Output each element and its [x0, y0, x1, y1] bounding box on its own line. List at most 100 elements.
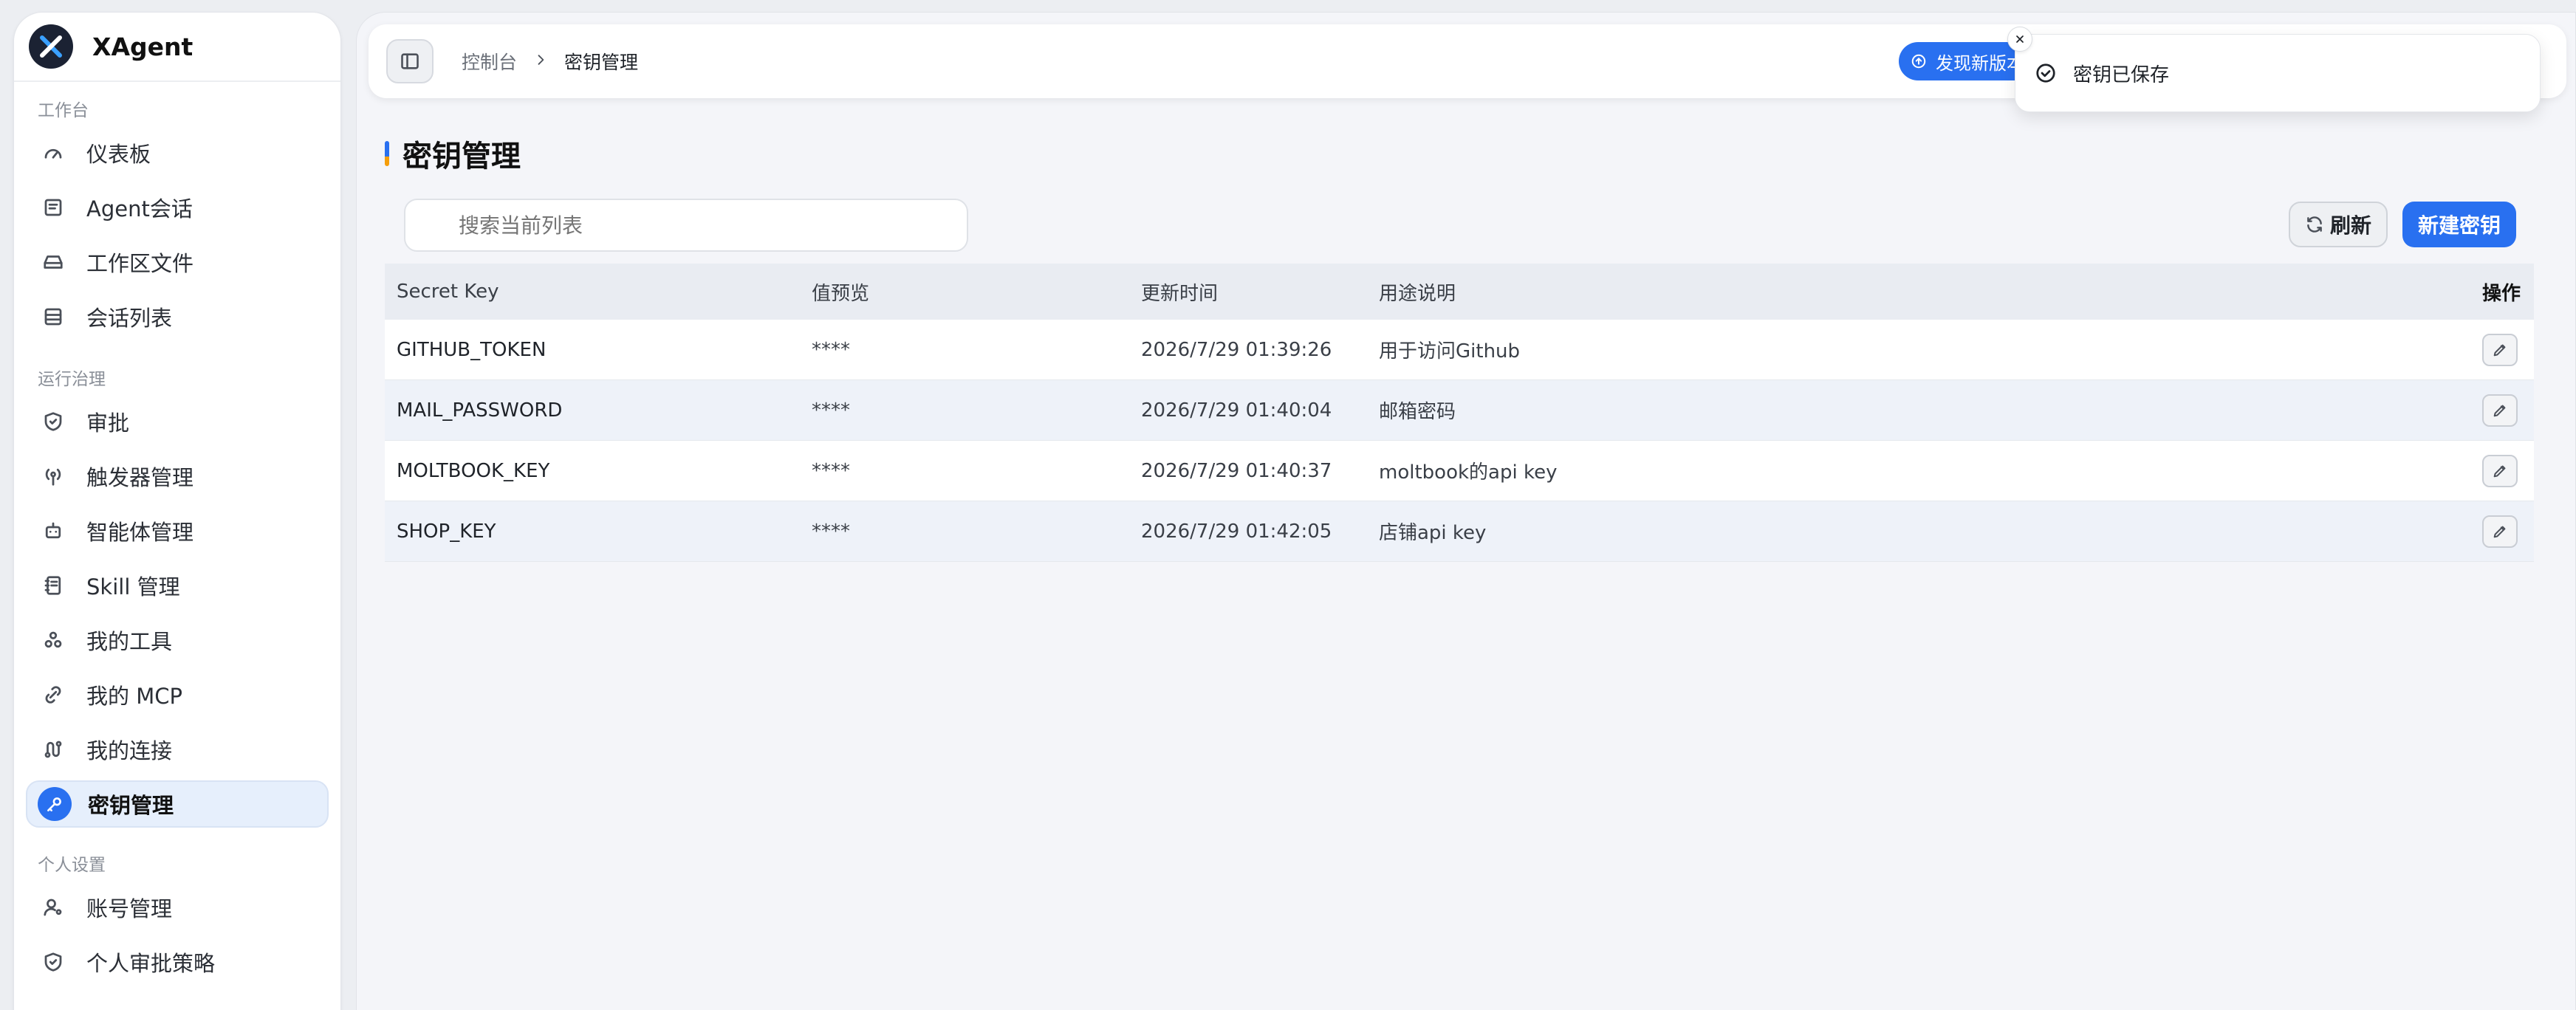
notebook-icon	[41, 573, 66, 598]
sidebar-item-approval[interactable]: 审批	[26, 398, 329, 445]
sidebar-item-label: 我的连接	[86, 738, 173, 763]
edit-button[interactable]	[2482, 515, 2518, 548]
sidebar-item-label: 我的工具	[86, 629, 173, 654]
cell-secret-key: GITHUB_TOKEN	[397, 338, 547, 361]
column-header-actions: 操作	[2482, 282, 2521, 305]
sidebar-toggle-button[interactable]	[386, 39, 434, 83]
sidebar-item-mcp[interactable]: 我的 MCP	[26, 671, 329, 718]
column-header-updated: 更新时间	[1141, 282, 1219, 305]
cell-updated: 2026/7/29 01:39:26	[1141, 338, 1332, 361]
sidebar-item-label: 触发器管理	[86, 465, 194, 490]
hard-drive-icon	[41, 250, 66, 275]
cell-updated: 2026/7/29 01:40:37	[1141, 459, 1332, 482]
toast-close-button[interactable]	[2007, 27, 2032, 52]
blocks-icon	[41, 628, 66, 653]
refresh-label: 刷新	[2329, 213, 2371, 238]
shield-check-icon	[41, 409, 66, 434]
sidebar-item-label: Agent会话	[86, 196, 193, 221]
table-row: GITHUB_TOKEN **** 2026/7/29 01:39:26 用于访…	[385, 320, 2534, 380]
new-secret-label: 新建密钥	[2417, 213, 2501, 238]
list-icon	[41, 304, 66, 329]
breadcrumb-console[interactable]: 控制台	[462, 48, 517, 75]
chevron-right-icon	[533, 50, 548, 72]
sidebar-item-agent-chat[interactable]: Agent会话	[26, 184, 329, 231]
section-title-workbench: 工作台	[38, 101, 89, 120]
sidebar-item-account[interactable]: 账号管理	[26, 884, 329, 931]
cell-updated: 2026/7/29 01:40:04	[1141, 399, 1332, 422]
page-title: 密钥管理	[385, 135, 521, 174]
sidebar-item-label: 密钥管理	[88, 793, 174, 818]
column-header-preview: 值预览	[812, 282, 870, 305]
section-title-operations: 运行治理	[38, 370, 106, 389]
secrets-table: Secret Key 值预览 更新时间 用途说明 操作 GITHUB_TOKEN…	[385, 264, 2534, 562]
edit-button[interactable]	[2482, 394, 2518, 427]
new-version-label: 发现新版本	[1936, 52, 2024, 74]
sidebar-item-label: 工作区文件	[86, 251, 194, 276]
sidebar: XAgent 工作台 仪表板 Agent会话 工作区文件 会话列表 运行治理 审…	[13, 12, 341, 1010]
cell-updated: 2026/7/29 01:42:05	[1141, 520, 1332, 543]
sidebar-item-tools[interactable]: 我的工具	[26, 616, 329, 664]
sidebar-item-label: 智能体管理	[86, 520, 194, 545]
sidebar-item-label: Skill 管理	[86, 574, 180, 600]
title-accent-mark	[385, 141, 389, 166]
pencil-icon	[2493, 526, 2506, 537]
search-input[interactable]	[404, 199, 968, 252]
cell-secret-key: MAIL_PASSWORD	[397, 399, 563, 422]
main-content: 控制台 密钥管理 发现新版本 密钥管理 刷新 新建密钥 Secret Key 值…	[356, 12, 2576, 1010]
sidebar-item-connections[interactable]: 我的连接	[26, 726, 329, 773]
arrow-up-circle-icon	[1911, 54, 1926, 69]
sidebar-item-secrets[interactable]: 密钥管理	[26, 780, 329, 828]
bot-icon	[41, 518, 66, 543]
sidebar-item-approval-policy[interactable]: 个人审批策略	[26, 938, 329, 986]
cell-preview: ****	[812, 399, 850, 422]
sidebar-item-triggers[interactable]: 触发器管理	[26, 453, 329, 500]
route-icon	[41, 737, 66, 762]
sidebar-item-label: 会话列表	[86, 306, 173, 331]
pencil-icon	[2493, 465, 2506, 477]
shield-check-icon	[41, 949, 66, 975]
app-name: XAgent	[92, 32, 193, 61]
sidebar-item-agents[interactable]: 智能体管理	[26, 507, 329, 554]
cell-description: 店铺api key	[1379, 522, 1487, 544]
toast-message: 密钥已保存	[2073, 63, 2170, 86]
table-row: SHOP_KEY **** 2026/7/29 01:42:05 店铺api k…	[385, 501, 2534, 562]
page-title-text: 密钥管理	[402, 140, 521, 174]
breadcrumb: 控制台 密钥管理	[462, 24, 638, 98]
gauge-icon	[41, 140, 66, 165]
pencil-icon	[2493, 344, 2506, 356]
refresh-button[interactable]: 刷新	[2289, 202, 2388, 247]
close-icon	[2016, 35, 2024, 43]
sidebar-item-label: 仪表板	[86, 142, 151, 167]
cell-description: moltbook的api key	[1379, 461, 1558, 484]
column-header-secret-key: Secret Key	[397, 281, 499, 303]
key-icon	[38, 787, 72, 821]
radio-tower-icon	[41, 464, 66, 489]
sidebar-item-label: 个人审批策略	[86, 951, 216, 976]
edit-button[interactable]	[2482, 454, 2518, 487]
refresh-icon	[2307, 216, 2322, 233]
sidebar-item-session-list[interactable]: 会话列表	[26, 293, 329, 340]
cell-secret-key: SHOP_KEY	[397, 520, 496, 543]
pencil-icon	[2493, 405, 2506, 416]
table-row: MOLTBOOK_KEY **** 2026/7/29 01:40:37 mol…	[385, 441, 2534, 501]
section-title-personal: 个人设置	[38, 856, 106, 875]
sidebar-item-label: 我的 MCP	[86, 684, 182, 709]
sidebar-item-skills[interactable]: Skill 管理	[26, 562, 329, 609]
cell-description: 邮箱密码	[1379, 401, 1456, 423]
user-cog-icon	[41, 895, 66, 920]
table-row: MAIL_PASSWORD **** 2026/7/29 01:40:04 邮箱…	[385, 380, 2534, 441]
sidebar-item-label: 审批	[86, 410, 130, 436]
xagent-logo-icon	[29, 24, 73, 69]
column-header-description: 用途说明	[1379, 282, 1456, 305]
brand[interactable]: XAgent	[14, 13, 340, 82]
breadcrumb-current: 密钥管理	[564, 52, 639, 73]
message-square-icon	[41, 195, 66, 220]
sidebar-item-dashboard[interactable]: 仪表板	[26, 129, 329, 176]
new-secret-button[interactable]: 新建密钥	[2402, 202, 2516, 247]
toast-notification: 密钥已保存	[2015, 34, 2541, 112]
cell-description: 用于访问Github	[1379, 340, 1521, 363]
sidebar-item-workspace-files[interactable]: 工作区文件	[26, 238, 329, 286]
edit-button[interactable]	[2482, 333, 2518, 366]
cell-preview: ****	[812, 338, 850, 361]
table-header: Secret Key 值预览 更新时间 用途说明 操作	[385, 264, 2534, 320]
